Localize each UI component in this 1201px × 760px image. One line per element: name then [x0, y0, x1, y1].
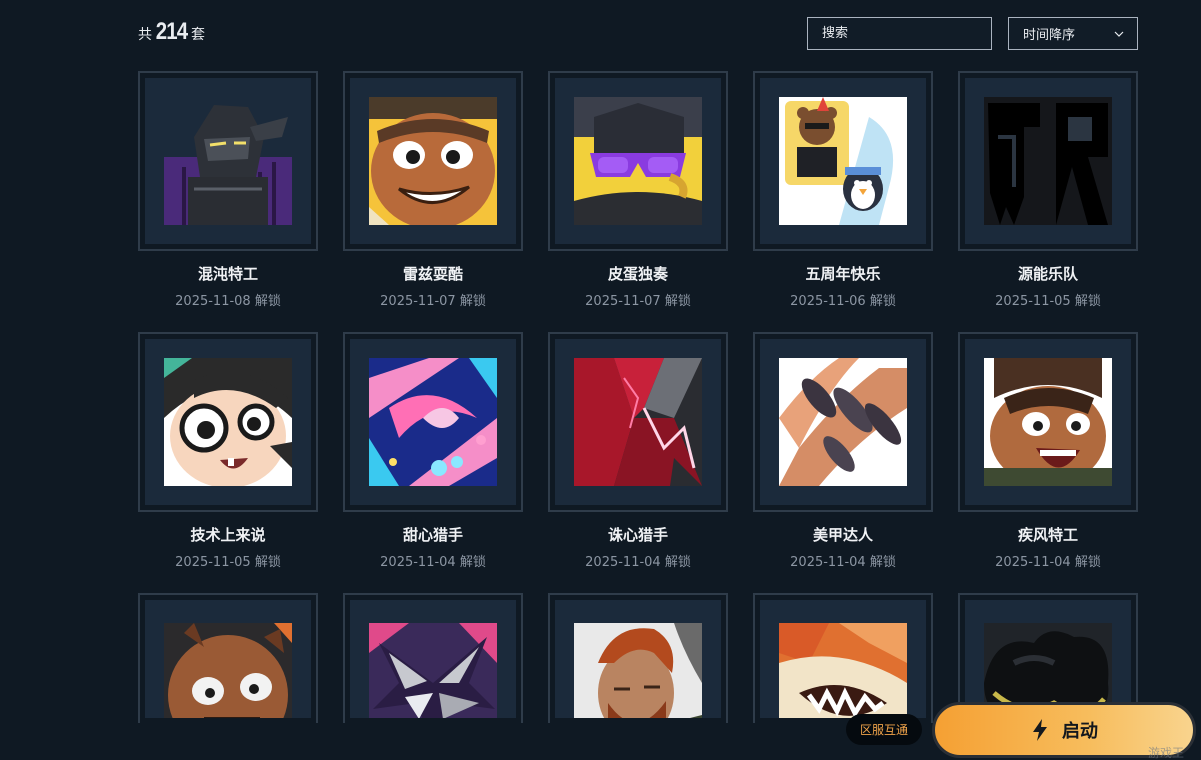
- card-art-red-shards: [574, 358, 702, 486]
- card-frame-inner: [145, 339, 311, 505]
- card-frame-inner: [965, 339, 1131, 505]
- card-art-candy-pattern: [369, 358, 497, 486]
- card-unlock-date: 2025-11-05 解锁: [175, 555, 281, 570]
- card-frame-inner: [350, 339, 516, 505]
- card-title: 诛心猎手: [607, 526, 668, 544]
- region-tag: 区服互通: [846, 714, 922, 745]
- card-frame: [753, 593, 933, 723]
- card-title: 美甲达人: [812, 526, 873, 544]
- card-title: 疾风特工: [1017, 526, 1078, 544]
- card-frame-inner: [760, 600, 926, 718]
- card-title: 甜心猎手: [402, 526, 463, 544]
- card-art-armor-robot: [164, 97, 292, 225]
- sort-label: 时间降序: [1023, 28, 1076, 43]
- card-frame-inner: [760, 78, 926, 244]
- card-title: 混沌特工: [197, 265, 258, 283]
- card-frame-inner: [350, 78, 516, 244]
- card-art-fox-teeth: [779, 623, 907, 718]
- card-title: 雷兹耍酷: [402, 265, 463, 283]
- skin-card[interactable]: 雷兹耍酷 2025-11-07 解锁: [343, 71, 523, 309]
- card-frame: [958, 332, 1138, 512]
- card-frame: [138, 332, 318, 512]
- card-art-bear-penguin: [779, 97, 907, 225]
- skin-card[interactable]: 五周年快乐 2025-11-06 解锁: [753, 71, 933, 309]
- card-title: 源能乐队: [1017, 265, 1078, 283]
- skin-card[interactable]: [138, 593, 318, 723]
- launch-label: 启动: [1062, 721, 1098, 742]
- card-frame: [548, 71, 728, 251]
- card-art-glasses-girl: [164, 358, 292, 486]
- card-frame-inner: [555, 339, 721, 505]
- card-unlock-date: 2025-11-07 解锁: [380, 294, 486, 309]
- card-frame: [548, 332, 728, 512]
- card-art-grin-face: [369, 97, 497, 225]
- count-prefix: 共: [138, 27, 152, 43]
- card-frame: [958, 71, 1138, 251]
- lightning-icon: [1033, 719, 1047, 741]
- card-frame-inner: [965, 600, 1131, 718]
- card-art-shout-face: [984, 358, 1112, 486]
- card-frame: [753, 71, 933, 251]
- card-unlock-date: 2025-11-05 解锁: [995, 294, 1101, 309]
- skin-card[interactable]: 诛心猎手 2025-11-04 解锁: [548, 332, 728, 570]
- card-unlock-date: 2025-11-04 解锁: [995, 555, 1101, 570]
- skin-card[interactable]: 皮蛋独奏 2025-11-07 解锁: [548, 71, 728, 309]
- card-unlock-date: 2025-11-06 解锁: [790, 294, 896, 309]
- card-frame-inner: [760, 339, 926, 505]
- card-title: 五周年快乐: [805, 265, 881, 283]
- card-frame-inner: [965, 78, 1131, 244]
- skin-card[interactable]: [548, 593, 728, 723]
- card-frame: [343, 71, 523, 251]
- count-number: 214: [155, 18, 188, 45]
- card-art-star-emblem: [369, 623, 497, 718]
- chevron-down-icon: [1114, 31, 1124, 37]
- card-unlock-date: 2025-11-04 解锁: [585, 555, 691, 570]
- search-input[interactable]: [807, 17, 992, 50]
- skin-card[interactable]: [753, 593, 933, 723]
- card-unlock-date: 2025-11-08 解锁: [175, 294, 281, 309]
- item-count: 共 214 套: [138, 18, 205, 46]
- card-title: 皮蛋独奏: [607, 265, 668, 283]
- card-unlock-date: 2025-11-07 解锁: [585, 294, 691, 309]
- skin-card[interactable]: [343, 593, 523, 723]
- card-art-monkey-face: [164, 623, 292, 718]
- card-frame: [343, 593, 523, 723]
- card-frame-inner: [145, 78, 311, 244]
- card-title: 技术上来说: [190, 526, 266, 544]
- skin-card[interactable]: 源能乐队 2025-11-05 解锁: [958, 71, 1138, 309]
- count-suffix: 套: [191, 27, 206, 43]
- card-unlock-date: 2025-11-04 解锁: [790, 555, 896, 570]
- card-art-sunglasses: [574, 97, 702, 225]
- card-frame-inner: [350, 600, 516, 718]
- skin-card[interactable]: 技术上来说 2025-11-05 解锁: [138, 332, 318, 570]
- card-art-nails: [779, 358, 907, 486]
- card-frame: [343, 332, 523, 512]
- sort-dropdown[interactable]: 时间降序: [1008, 17, 1138, 50]
- skin-card[interactable]: 美甲达人 2025-11-04 解锁: [753, 332, 933, 570]
- card-frame-inner: [145, 600, 311, 718]
- skin-card[interactable]: 混沌特工 2025-11-08 解锁: [138, 71, 318, 309]
- skin-card[interactable]: 疾风特工 2025-11-04 解锁: [958, 332, 1138, 570]
- card-frame: [138, 71, 318, 251]
- skin-card[interactable]: 甜心猎手 2025-11-04 解锁: [343, 332, 523, 570]
- card-frame: [548, 593, 728, 723]
- card-frame: [138, 593, 318, 723]
- card-frame: [753, 332, 933, 512]
- card-art-band-logo: [984, 97, 1112, 225]
- card-art-ginger-man: [574, 623, 702, 718]
- card-unlock-date: 2025-11-04 解锁: [380, 555, 486, 570]
- watermark: 游戏王: [1148, 746, 1185, 760]
- card-frame-inner: [555, 600, 721, 718]
- card-frame-inner: [555, 78, 721, 244]
